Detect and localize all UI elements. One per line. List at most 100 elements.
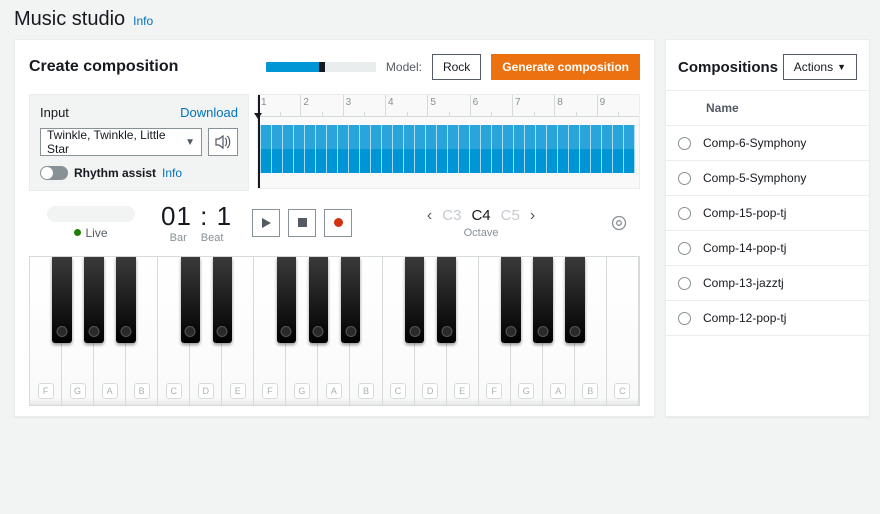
key-label: B [134,383,150,399]
black-key-dot [217,326,228,337]
key-label: G [70,383,86,399]
black-key[interactable] [309,257,328,343]
stop-icon [298,218,307,227]
black-key[interactable] [437,257,456,343]
create-composition-panel: Create composition Model: Rock Generate … [14,39,655,417]
key-label: A [102,383,118,399]
row-radio[interactable] [678,312,691,325]
ruler-tick: 2 [300,95,342,116]
ruler-tick: 6 [470,95,512,116]
black-key[interactable] [181,257,200,343]
key-label: D [198,383,214,399]
rhythm-assist-toggle[interactable] [40,166,68,180]
record-button[interactable] [324,209,352,237]
bar-beat-display: 01 : 1 [161,201,232,232]
key-label: F [38,383,54,399]
compositions-title: Compositions [678,59,778,76]
ruler-tick: 9 [597,95,639,116]
black-key[interactable] [341,257,360,343]
stop-button[interactable] [288,209,316,237]
row-radio[interactable] [678,207,691,220]
composition-row[interactable]: Comp-5-Symphony [666,161,869,196]
model-value: Rock [443,60,470,74]
compositions-panel: Compositions Actions ▼ Name Comp-6-Symph… [665,39,870,417]
row-radio[interactable] [678,172,691,185]
key-label: C [166,383,182,399]
composition-row[interactable]: Comp-15-pop-tj [666,196,869,231]
black-key-dot [313,326,324,337]
settings-button[interactable] [610,214,628,232]
black-key[interactable] [116,257,135,343]
input-block: Input Download Twinkle, Twinkle, Little … [29,94,249,191]
speaker-icon [215,135,231,149]
timeline[interactable]: 123456789 [257,94,640,189]
actions-label: Actions [794,60,833,74]
download-link[interactable]: Download [180,105,238,120]
gear-icon [610,214,628,232]
piano-keyboard[interactable]: FGABCDEFGABCDEFGABC [29,256,640,406]
chevron-down-icon: ▼ [185,137,195,148]
key-label: D [422,383,438,399]
generation-progress [266,62,376,72]
octave-up-button[interactable]: › [530,207,535,225]
song-select[interactable]: Twinkle, Twinkle, Little Star ▼ [40,128,202,156]
black-key-dot [121,326,132,337]
model-select-button[interactable]: Rock [432,54,481,80]
live-indicator-bg [47,206,135,222]
black-key[interactable] [213,257,232,343]
composition-name: Comp-5-Symphony [703,171,806,185]
key-label: F [486,383,502,399]
generate-button[interactable]: Generate composition [491,54,640,80]
ruler-tick: 5 [427,95,469,116]
input-label: Input [40,105,69,120]
black-key[interactable] [405,257,424,343]
octave-prev: C3 [442,207,461,224]
live-label: Live [85,226,107,240]
page-info-link[interactable]: Info [133,14,153,28]
ruler-tick: 4 [385,95,427,116]
composition-name: Comp-6-Symphony [703,136,806,150]
composition-row[interactable]: Comp-6-Symphony [666,126,869,161]
black-key[interactable] [533,257,552,343]
black-key[interactable] [277,257,296,343]
composition-row[interactable]: Comp-14-pop-tj [666,231,869,266]
black-key-dot [505,326,516,337]
rhythm-info-link[interactable]: Info [162,166,182,180]
black-key[interactable] [84,257,103,343]
record-icon [334,218,343,227]
ruler-tick: 7 [512,95,554,116]
page-title: Music studio [14,8,125,31]
black-key[interactable] [501,257,520,343]
compositions-actions-button[interactable]: Actions ▼ [783,54,857,80]
rhythm-assist-label: Rhythm assist [74,166,156,180]
black-key-dot [409,326,420,337]
timeline-ruler: 123456789 [258,95,639,117]
key-label: G [294,383,310,399]
black-key[interactable] [565,257,584,343]
black-key-dot [537,326,548,337]
octave-next: C5 [501,207,520,224]
composition-row[interactable]: Comp-12-pop-tj [666,301,869,336]
black-key-dot [57,326,68,337]
key-label: C [614,383,630,399]
key-label: E [230,383,246,399]
row-radio[interactable] [678,277,691,290]
key-label: E [454,383,470,399]
play-icon [262,218,271,228]
black-key[interactable] [52,257,71,343]
black-key-dot [441,326,452,337]
bar-label: Bar [170,232,187,244]
octave-down-button[interactable]: ‹ [427,207,432,225]
composition-name: Comp-14-pop-tj [703,241,786,255]
preview-audio-button[interactable] [208,128,238,156]
black-key-dot [281,326,292,337]
ruler-tick: 3 [343,95,385,116]
white-key[interactable]: C [607,257,639,405]
row-radio[interactable] [678,137,691,150]
composition-name: Comp-15-pop-tj [703,206,786,220]
octave-label: Octave [372,227,590,239]
play-button[interactable] [252,209,280,237]
row-radio[interactable] [678,242,691,255]
composition-row[interactable]: Comp-13-jazztj [666,266,869,301]
black-key-dot [89,326,100,337]
